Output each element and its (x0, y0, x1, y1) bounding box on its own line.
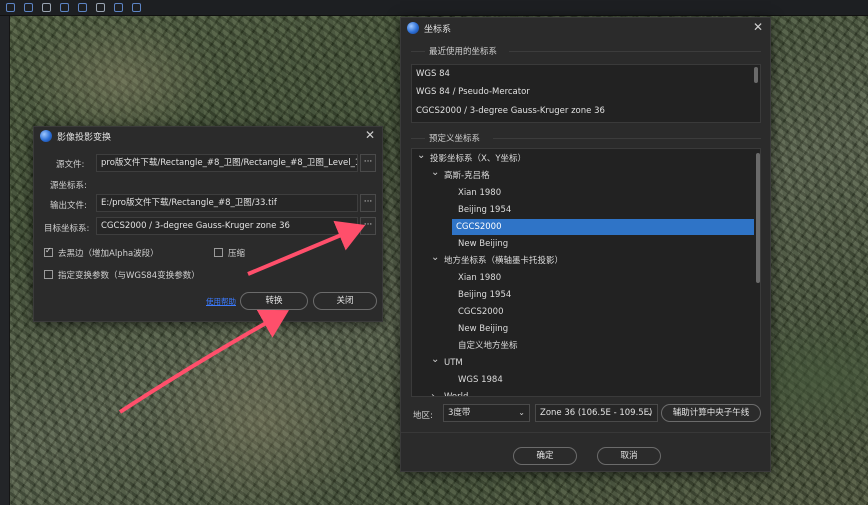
recent-crs-header: 最近使用的坐标系 (429, 47, 498, 57)
tree-item[interactable]: Xian 1980 (412, 185, 754, 201)
list-item[interactable]: WGS 84 (416, 69, 450, 79)
tree-item[interactable]: Xian 1980 (412, 270, 754, 286)
output-file-label: 输出文件: (50, 201, 87, 211)
tree-item[interactable]: Beijing 1954 (412, 287, 754, 303)
toolbar-tool-icon[interactable] (60, 3, 69, 12)
toolbar-tool-icon[interactable] (96, 3, 105, 12)
dialog-title: 影像投影变换 (57, 132, 112, 143)
source-file-field[interactable]: pro版文件下载/Rectangle_#8_卫图/Rectangle_#8_卫图… (96, 154, 358, 172)
tree-item[interactable]: New Beijing (412, 236, 754, 252)
tree-item-label: World (444, 392, 469, 397)
toolbar-tool-icon[interactable] (24, 3, 33, 12)
app-logo-icon (40, 130, 52, 142)
divider (493, 138, 761, 139)
target-crs-label: 目标坐标系: (44, 224, 90, 234)
target-crs-field[interactable]: CGCS2000 / 3-degree Gauss-Kruger zone 36 (96, 217, 358, 235)
tree-item-label: Xian 1980 (458, 273, 502, 283)
tree-item-label: Beijing 1954 (458, 205, 512, 215)
scrollbar[interactable] (756, 153, 760, 283)
divider (509, 51, 761, 52)
source-crs-label: 源坐标系: (50, 181, 87, 191)
output-file-browse-button[interactable]: ··· (360, 194, 376, 212)
zone-type-value: 3度带 (448, 408, 471, 418)
tree-item-label: 投影坐标系（X、Y坐标） (430, 154, 527, 164)
projection-transform-dialog: 影像投影变换 ✕ 源文件: pro版文件下载/Rectangle_#8_卫图/R… (33, 126, 383, 322)
toolbar-tool-icon[interactable] (78, 3, 87, 12)
top-toolbar (0, 0, 868, 16)
close-icon[interactable]: ✕ (364, 129, 376, 141)
chevron-down-icon[interactable]: ⌄ (431, 165, 439, 181)
output-file-field[interactable]: E:/pro版文件下载/Rectangle_#8_卫图/33.tif (96, 194, 358, 212)
list-item[interactable]: WGS 84 / Pseudo-Mercator (416, 87, 530, 97)
specify-params-checkbox[interactable] (44, 270, 53, 279)
predefined-crs-tree[interactable]: ⌄ 投影坐标系（X、Y坐标） ⌄ 高斯-克吕格 Xian 1980 Beijing 195… (411, 148, 761, 397)
tree-item-label: 地方坐标系（横轴墨卡托投影） (444, 256, 564, 266)
region-label: 地区: (413, 411, 433, 421)
tree-item-label: WGS 1984 (458, 375, 503, 385)
zone-select[interactable]: Zone 36 (106.5E - 109.5E) ⌄ (535, 404, 658, 422)
zone-value: Zone 36 (106.5E - 109.5E) (540, 408, 653, 418)
recent-crs-list[interactable]: WGS 84 WGS 84 / Pseudo-Mercator CGCS2000… (411, 64, 761, 123)
toolbar-tool-icon[interactable] (42, 3, 51, 12)
source-file-label: 源文件: (56, 160, 85, 170)
tree-item-label: CGCS2000 (456, 222, 502, 232)
tree-item[interactable]: Beijing 1954 (412, 202, 754, 218)
chevron-down-icon[interactable]: ⌄ (431, 352, 439, 368)
tree-item[interactable]: ⌄ 投影坐标系（X、Y坐标） (412, 149, 754, 167)
predefined-crs-header: 预定义坐标系 (429, 134, 481, 144)
tree-item[interactable]: 自定义地方坐标 (412, 338, 754, 354)
toolbar-tool-icon[interactable] (132, 3, 141, 12)
scrollbar[interactable] (754, 67, 758, 83)
tree-item[interactable]: New Beijing (412, 321, 754, 337)
chevron-down-icon: ⌄ (646, 408, 653, 417)
toolbar-tool-icon[interactable] (6, 3, 15, 12)
tree-item-label: 自定义地方坐标 (458, 341, 518, 351)
compress-label: 压缩 (228, 249, 246, 259)
tree-item[interactable]: CGCS2000 (452, 219, 754, 235)
left-side-panel (0, 16, 10, 505)
tree-item[interactable]: WGS 1984 (412, 372, 754, 388)
tree-item-label: Beijing 1954 (458, 290, 512, 300)
tree-item[interactable]: ⌄ 高斯-克吕格 (412, 165, 754, 184)
tree-item[interactable]: ⌄ 地方坐标系（横轴墨卡托投影） (412, 250, 754, 269)
app-logo-icon (407, 22, 419, 34)
target-crs-browse-button[interactable]: ··· (360, 217, 376, 235)
tree-item[interactable]: › World (412, 389, 754, 397)
ok-button[interactable]: 确定 (513, 447, 577, 465)
calc-central-meridian-button[interactable]: 辅助计算中央子午线 (661, 404, 761, 422)
tree-item-label: 高斯-克吕格 (444, 171, 490, 181)
help-link[interactable]: 使用帮助 (206, 296, 236, 307)
toolbar-tool-icon[interactable] (114, 3, 123, 12)
chevron-right-icon[interactable]: › (431, 389, 435, 396)
dialog-titlebar: 坐标系 ✕ (401, 18, 770, 38)
zone-type-select[interactable]: 3度带 ⌄ (443, 404, 530, 422)
convert-button[interactable]: 转换 (240, 292, 308, 310)
tree-item-label: UTM (444, 358, 463, 368)
list-item[interactable]: CGCS2000 / 3-degree Gauss-Kruger zone 36 (416, 106, 605, 116)
close-icon[interactable]: ✕ (752, 21, 764, 33)
compress-checkbox[interactable] (214, 248, 223, 257)
tree-item-label: CGCS2000 (458, 307, 504, 317)
chevron-down-icon[interactable]: ⌄ (431, 250, 439, 266)
tree-item[interactable]: ⌄ UTM (412, 352, 754, 371)
remove-black-border-checkbox[interactable] (44, 246, 53, 257)
tree-item[interactable]: CGCS2000 (412, 304, 754, 320)
divider (411, 51, 425, 52)
dialog-title: 坐标系 (424, 24, 452, 35)
chevron-down-icon[interactable]: ⌄ (417, 149, 425, 164)
remove-black-border-label: 去黑边（增加Alpha波段） (58, 249, 159, 259)
specify-params-label: 指定变换参数（与WGS84变换参数） (58, 271, 200, 281)
cancel-button[interactable]: 取消 (597, 447, 661, 465)
tree-item-label: Xian 1980 (458, 188, 502, 198)
source-file-browse-button[interactable]: ··· (360, 154, 376, 172)
divider (411, 138, 425, 139)
close-button[interactable]: 关闭 (313, 292, 377, 310)
chevron-down-icon: ⌄ (518, 408, 525, 417)
dialog-titlebar: 影像投影变换 ✕ (34, 127, 382, 145)
coordinate-system-dialog: 坐标系 ✕ 最近使用的坐标系 WGS 84 WGS 84 / Pseudo-Me… (400, 17, 771, 472)
divider (401, 432, 770, 433)
tree-item-label: New Beijing (458, 239, 509, 249)
tree-item-label: New Beijing (458, 324, 509, 334)
